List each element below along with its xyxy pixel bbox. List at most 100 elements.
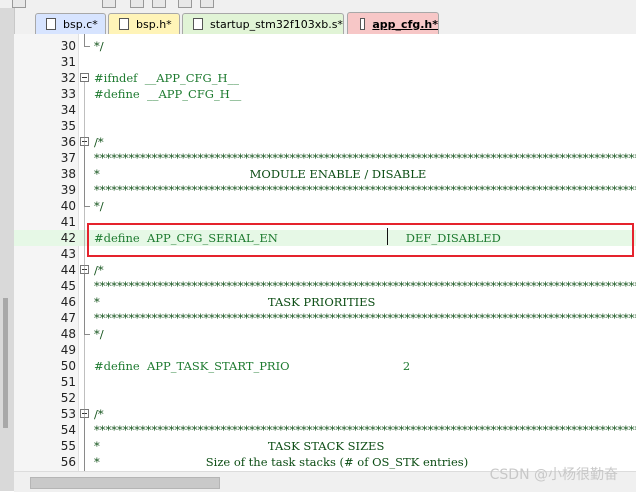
code-line[interactable]: 34 xyxy=(14,102,636,118)
line-number: 31 xyxy=(60,55,76,69)
line-number: 50 xyxy=(60,359,76,373)
code-line[interactable]: 48 */ xyxy=(14,326,636,342)
code-line[interactable]: 42 #define APP_CFG_SERIAL_EN DEF_DISABLED xyxy=(14,228,636,246)
code-text: /* xyxy=(94,407,104,421)
code-line[interactable]: 31 xyxy=(14,54,636,70)
tab-label: bsp.h* xyxy=(136,17,172,31)
code-line[interactable]: 43 xyxy=(14,246,636,262)
watermark: CSDN @小杨很勤奋 xyxy=(489,467,618,483)
toolbar-button[interactable] xyxy=(130,0,144,8)
code-text: * TASK STACK SIZES xyxy=(94,439,385,453)
code-text: */ xyxy=(94,327,104,341)
code-line[interactable]: 33 #define __APP_CFG_H__ xyxy=(14,86,636,102)
code-text: * TASK PRIORITIES xyxy=(94,295,376,309)
file-icon xyxy=(119,18,129,30)
code-line[interactable]: 46 * TASK PRIORITIES xyxy=(14,294,636,310)
code-text: ****************************************… xyxy=(94,279,636,293)
tab-app-cfg-h[interactable]: app_cfg.h* xyxy=(347,12,439,35)
code-line[interactable]: 37 **************************************… xyxy=(14,150,636,166)
code-text: * Size of the task stacks (# of OS_STK e… xyxy=(94,455,469,469)
code-line[interactable]: 51 xyxy=(14,374,636,390)
line-number: 41 xyxy=(60,215,76,229)
line-number: 44 xyxy=(60,263,76,277)
line-number: 51 xyxy=(60,375,76,389)
code-line[interactable]: 55 * TASK STACK SIZES xyxy=(14,438,636,454)
line-number: 37 xyxy=(60,151,76,165)
file-tab-bar: bsp.c* bsp.h* startup_stm32f103xb.s* app… xyxy=(0,8,636,35)
code-text: ****************************************… xyxy=(94,423,636,437)
line-number: 55 xyxy=(60,439,76,453)
line-number: 54 xyxy=(60,423,76,437)
line-number: 30 xyxy=(60,39,76,53)
code-line[interactable]: 40 */ xyxy=(14,198,636,214)
toolbar-button[interactable] xyxy=(102,0,116,8)
file-icon xyxy=(360,18,366,30)
code-line[interactable]: 30 */ xyxy=(14,38,636,54)
fold-guide-end xyxy=(84,46,90,47)
code-line[interactable]: 44 /* xyxy=(14,262,636,278)
code-text: #define APP_TASK_START_PRIO 2 xyxy=(94,359,411,373)
code-text: ****************************************… xyxy=(94,311,636,325)
toolbar-button[interactable] xyxy=(152,0,166,8)
line-number: 42 xyxy=(60,231,76,245)
code-text: * MODULE ENABLE / DISABLE xyxy=(94,167,427,181)
code-text: #ifndef __APP_CFG_H__ xyxy=(94,71,239,85)
code-line[interactable]: 52 xyxy=(14,390,636,406)
fold-guide-end xyxy=(84,334,90,335)
code-line[interactable]: 45 **************************************… xyxy=(14,278,636,294)
code-line[interactable]: 49 xyxy=(14,342,636,358)
code-line[interactable]: 41 xyxy=(14,214,636,230)
tab-label: app_cfg.h* xyxy=(372,17,438,31)
line-number: 40 xyxy=(60,199,76,213)
code-text: ****************************************… xyxy=(94,151,636,165)
tab-startup-s[interactable]: startup_stm32f103xb.s* xyxy=(182,13,344,34)
fold-guide xyxy=(84,34,85,46)
code-line[interactable]: 36 /* xyxy=(14,134,636,150)
fold-toggle-icon[interactable] xyxy=(80,73,89,82)
code-line[interactable]: 38 * MODULE ENABLE / DISABLE xyxy=(14,166,636,182)
left-panel-edge xyxy=(0,8,15,491)
toolbar-strip xyxy=(0,0,636,8)
line-number: 47 xyxy=(60,311,76,325)
scrollbar-thumb[interactable] xyxy=(30,477,220,489)
line-number: 48 xyxy=(60,327,76,341)
code-line[interactable]: 50 #define APP_TASK_START_PRIO 2 xyxy=(14,358,636,374)
line-number: 34 xyxy=(60,103,76,117)
code-line[interactable]: 47 **************************************… xyxy=(14,310,636,326)
text-cursor xyxy=(387,228,388,245)
code-text: */ xyxy=(94,199,104,213)
code-text: #define __APP_CFG_H__ xyxy=(94,87,242,101)
line-number: 32 xyxy=(60,71,76,85)
code-text: /* xyxy=(94,263,104,277)
panel-splitter[interactable] xyxy=(3,298,8,428)
file-icon xyxy=(193,18,203,30)
line-number: 53 xyxy=(60,407,76,421)
code-line[interactable]: 54 **************************************… xyxy=(14,422,636,438)
code-text: /* xyxy=(94,135,104,149)
code-text: ****************************************… xyxy=(94,183,636,197)
toolbar-button[interactable] xyxy=(178,0,192,8)
line-number: 36 xyxy=(60,135,76,149)
tab-label: startup_stm32f103xb.s* xyxy=(210,17,343,31)
fold-guide xyxy=(84,418,85,471)
line-number: 43 xyxy=(60,247,76,261)
line-number: 33 xyxy=(60,87,76,101)
code-text: */ xyxy=(94,39,104,53)
code-line[interactable]: 39 **************************************… xyxy=(14,182,636,198)
toolbar-button[interactable] xyxy=(12,0,26,8)
toolbar-button[interactable] xyxy=(200,0,214,8)
code-line[interactable]: 35 xyxy=(14,118,636,134)
line-number: 52 xyxy=(60,391,76,405)
fold-guide xyxy=(84,274,85,334)
tab-label: bsp.c* xyxy=(63,17,98,31)
code-editor[interactable]: 30 */ 31 32 #ifndef __APP_CFG_H__ 33 #define _… xyxy=(14,34,636,471)
line-number: 45 xyxy=(60,279,76,293)
fold-guide-end xyxy=(84,206,90,207)
line-number: 35 xyxy=(60,119,76,133)
code-line[interactable]: 53 /* xyxy=(14,406,636,422)
tab-bsp-c[interactable]: bsp.c* xyxy=(35,13,106,34)
fold-guide xyxy=(84,146,85,206)
tab-bsp-h[interactable]: bsp.h* xyxy=(108,13,180,34)
code-text: #define APP_CFG_SERIAL_EN DEF_DISABLED xyxy=(94,231,501,245)
code-line[interactable]: 32 #ifndef __APP_CFG_H__ xyxy=(14,70,636,86)
